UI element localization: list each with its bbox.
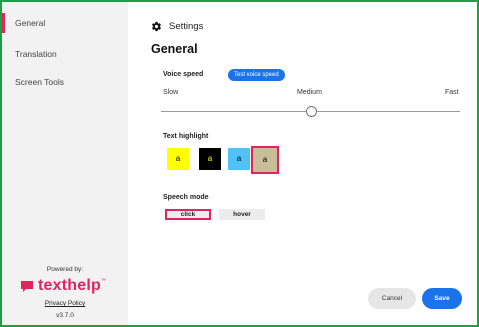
highlight-swatch-blue[interactable]: a xyxy=(228,148,250,170)
save-button[interactable]: Save xyxy=(422,288,462,309)
version-label: v3.7.0 xyxy=(56,312,74,319)
text-highlight-label: Text highlight xyxy=(163,133,209,140)
voice-speed-label: Voice speed xyxy=(163,71,204,78)
settings-title: Settings xyxy=(169,21,204,32)
cancel-button[interactable]: Cancel xyxy=(368,288,416,309)
test-voice-speed-button[interactable]: Test voice speed xyxy=(228,69,285,81)
powered-by-label: Powered by: xyxy=(46,266,84,273)
highlight-swatch-yellow[interactable]: a xyxy=(167,148,189,170)
speech-bubble-icon xyxy=(21,280,33,292)
gear-icon xyxy=(152,21,161,32)
speed-slow-label: Slow xyxy=(163,89,179,96)
speech-mode-click-button[interactable]: click xyxy=(165,209,211,220)
voice-speed-slider-thumb[interactable] xyxy=(306,106,317,117)
speech-mode-label: Speech mode xyxy=(163,194,209,201)
highlight-swatch-tan[interactable]: a xyxy=(251,146,279,174)
speech-mode-hover-button[interactable]: hover xyxy=(219,209,265,220)
trademark-mark: ™ xyxy=(100,278,106,284)
sidebar-item-screen-tools[interactable]: Screen Tools xyxy=(2,72,128,92)
highlight-swatch-black[interactable]: a xyxy=(199,148,221,170)
texthelp-logo: texthelp ™ xyxy=(20,277,106,295)
speed-fast-label: Fast xyxy=(445,89,459,96)
sidebar-item-translation[interactable]: Translation xyxy=(2,44,128,64)
brand-name: texthelp xyxy=(38,277,101,294)
settings-header: Settings xyxy=(151,21,203,32)
privacy-policy-link[interactable]: Privacy Policy xyxy=(2,300,128,307)
sidebar: General Translation Screen Tools Powered… xyxy=(2,2,128,325)
speed-medium-label: Medium xyxy=(297,89,322,96)
page-title: General xyxy=(151,42,198,56)
sidebar-item-general[interactable]: General xyxy=(2,13,128,33)
